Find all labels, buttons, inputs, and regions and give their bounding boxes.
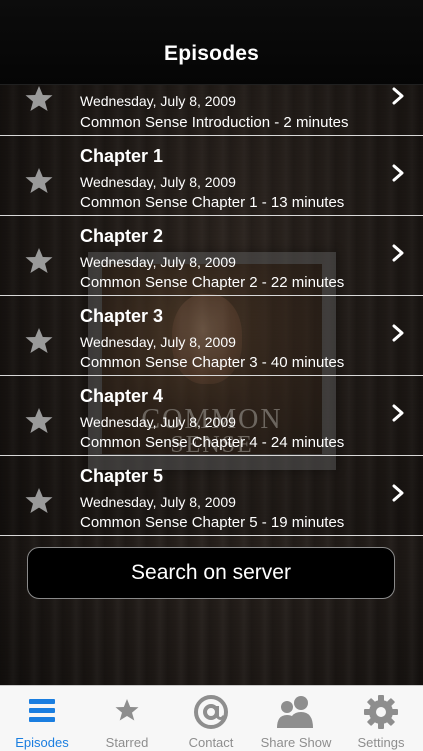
- tab-contact[interactable]: Contact: [169, 686, 253, 751]
- episode-description: Common Sense Chapter 5 - 19 minutes: [80, 514, 345, 531]
- tab-starred[interactable]: Starred: [85, 686, 169, 751]
- chevron-right-icon: [392, 404, 404, 422]
- tab-episodes[interactable]: Episodes: [0, 686, 84, 751]
- chevron-right-icon: [392, 164, 404, 182]
- episode-title: Chapter 1: [80, 146, 164, 166]
- tab-label: Contact: [188, 735, 234, 750]
- star-icon[interactable]: [24, 406, 54, 436]
- star-icon[interactable]: [24, 246, 54, 276]
- chevron-right-icon: [392, 324, 404, 342]
- chevron-right-icon: [392, 87, 404, 105]
- tab-share-show[interactable]: Share Show: [254, 686, 338, 751]
- episode-row[interactable]: Chapter 2 Wednesday, July 8, 2009 Common…: [0, 216, 423, 296]
- episode-date: Wednesday, July 8, 2009: [80, 494, 236, 510]
- tab-label: Episodes: [15, 735, 69, 750]
- episode-description: Common Sense Chapter 3 - 40 minutes: [80, 354, 345, 371]
- episode-description: Common Sense Chapter 1 - 13 minutes: [80, 194, 345, 211]
- episode-title: Chapter 2: [80, 226, 164, 246]
- episode-description: Common Sense Chapter 4 - 24 minutes: [80, 434, 345, 451]
- episode-date: Wednesday, July 8, 2009: [80, 174, 236, 190]
- page-title: Episodes: [164, 42, 259, 65]
- episode-row[interactable]: Chapter 1 Wednesday, July 8, 2009 Common…: [0, 136, 423, 216]
- people-icon: [277, 696, 313, 728]
- search-on-server-button[interactable]: Search on server: [27, 547, 395, 599]
- tab-label: Share Show: [260, 735, 332, 750]
- episode-description: Common Sense Chapter 2 - 22 minutes: [80, 274, 345, 291]
- star-icon[interactable]: [24, 326, 54, 356]
- episode-list: Wednesday, July 8, 2009 Common Sense Int…: [0, 84, 423, 536]
- episode-title: Chapter 4: [80, 386, 164, 406]
- episode-date: Wednesday, July 8, 2009: [80, 334, 236, 350]
- at-sign-icon: [194, 695, 228, 729]
- episode-description: Common Sense Introduction - 2 minutes: [80, 114, 349, 131]
- tab-settings[interactable]: Settings: [339, 686, 423, 751]
- episode-title: Chapter 3: [80, 306, 164, 326]
- navigation-bar: Episodes: [0, 0, 423, 85]
- episode-date: Wednesday, July 8, 2009: [80, 414, 236, 430]
- star-icon[interactable]: [24, 166, 54, 196]
- episode-date: Wednesday, July 8, 2009: [80, 93, 236, 109]
- chevron-right-icon: [392, 244, 404, 262]
- episode-title: Chapter 5: [80, 466, 164, 486]
- tab-label: Starred: [105, 735, 149, 750]
- episode-row[interactable]: Chapter 4 Wednesday, July 8, 2009 Common…: [0, 376, 423, 456]
- episode-row[interactable]: Wednesday, July 8, 2009 Common Sense Int…: [0, 84, 423, 136]
- star-icon: [115, 699, 139, 721]
- episode-date: Wednesday, July 8, 2009: [80, 254, 236, 270]
- gear-icon: [364, 695, 398, 729]
- star-icon[interactable]: [24, 486, 54, 516]
- tab-label: Settings: [357, 735, 405, 750]
- episode-row[interactable]: Chapter 5 Wednesday, July 8, 2009 Common…: [0, 456, 423, 536]
- star-icon[interactable]: [24, 84, 54, 114]
- episode-row[interactable]: Chapter 3 Wednesday, July 8, 2009 Common…: [0, 296, 423, 376]
- tab-bar: Episodes Starred Contact Share Show Sett…: [0, 685, 423, 751]
- list-icon: [29, 699, 55, 722]
- chevron-right-icon: [392, 484, 404, 502]
